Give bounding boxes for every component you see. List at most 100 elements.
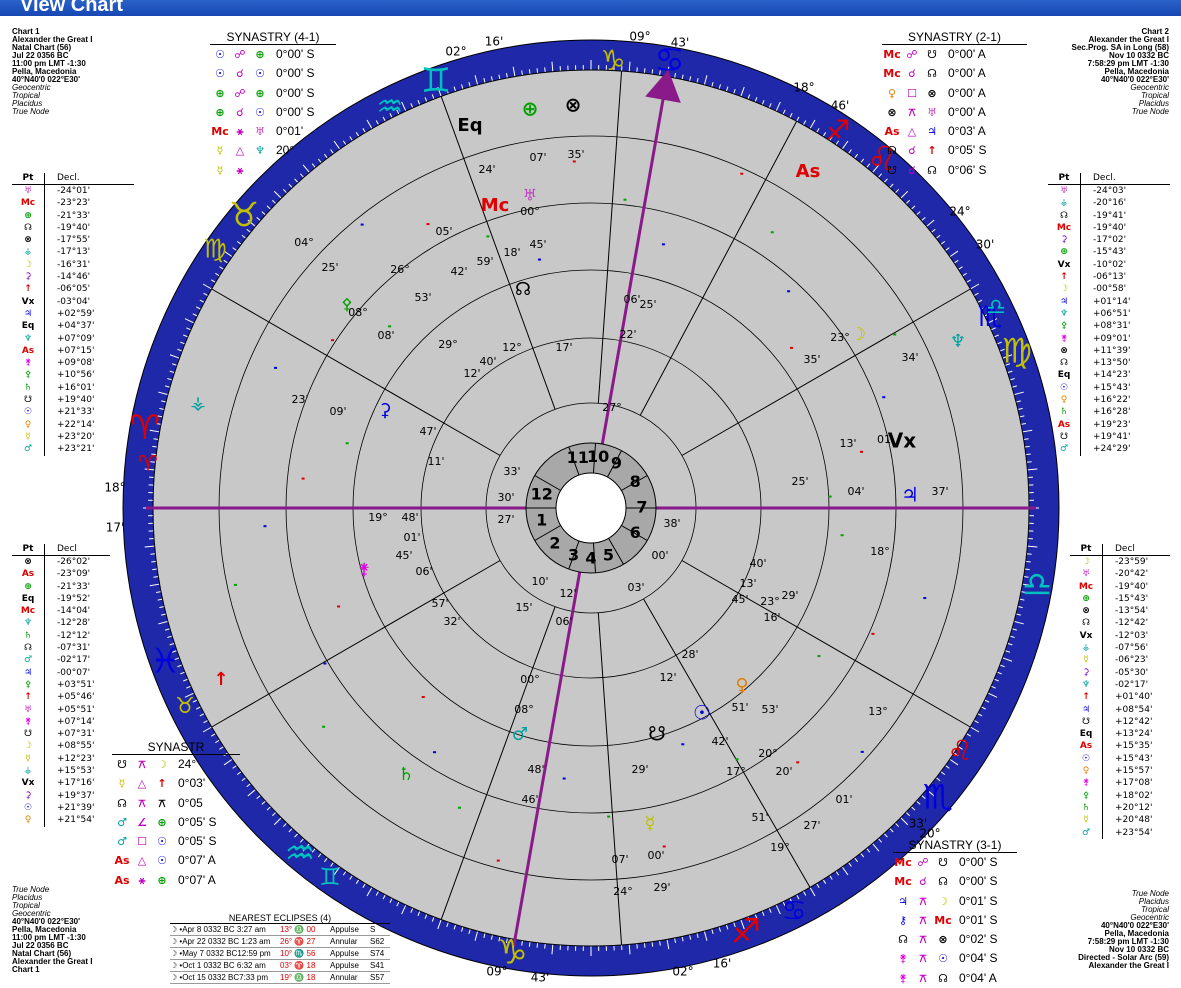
- eclipse-cell: 13° ♎ 00: [280, 924, 330, 935]
- declination-value: +14°23': [1080, 369, 1170, 381]
- declination-table-left-bottom: PtDecl⊗-26°02'As-23°09'⊕-21°33'Eq-19°52'…: [12, 544, 110, 827]
- planet-glyph-icon: ⚳: [12, 271, 44, 283]
- orb-value: 0°05' S: [942, 141, 986, 160]
- table-row: ♄+16°28': [1048, 406, 1170, 418]
- table-row: ☊+13°50': [1048, 357, 1170, 369]
- declination-value: +20°12': [1102, 802, 1170, 814]
- declination-value: -14°46': [44, 271, 134, 283]
- planet-glyph-icon: ♎: [986, 295, 1006, 320]
- degree-value-label: 45': [395, 549, 412, 562]
- planet-glyph-icon: ⚳: [1048, 234, 1080, 246]
- planet-glyph-icon: ♆: [1070, 679, 1102, 691]
- declination-value: +16°01': [44, 382, 134, 394]
- declination-value: +16°28': [1080, 406, 1170, 418]
- aspect-marker: [790, 347, 793, 349]
- declination-value: -12°12': [44, 630, 110, 642]
- table-row: ♀+22°14': [12, 419, 134, 431]
- declination-value: -19°40': [44, 222, 134, 234]
- aspect-glyph-icon: ∠: [132, 813, 152, 832]
- synastry-row: ⚵⚻☊0°04' A: [893, 969, 1017, 988]
- planet-glyph-icon: ♆: [1048, 308, 1080, 320]
- planet-glyph-icon: ⚴: [12, 369, 44, 381]
- info-line: Chart 1: [12, 966, 92, 974]
- zodiac-sign-icon: ♒: [285, 834, 315, 874]
- planet-glyph-icon: ♀: [735, 675, 748, 696]
- orb-value: 24°: [172, 755, 196, 774]
- planet-glyph-icon: ♄: [1048, 406, 1080, 418]
- orb-value: 0°01' S: [953, 892, 997, 911]
- eclipse-row: ☽ •Apr 8 0332 BC 3:27 am13° ♎ 00AppulseS: [170, 924, 390, 936]
- degree-value-label: 18': [503, 246, 520, 259]
- table-row: ⚴+18°02': [1070, 790, 1170, 802]
- degree-value-label: 10': [531, 575, 548, 588]
- declination-value: -10°02': [1080, 259, 1170, 271]
- aspect-glyph-icon: ☽: [933, 892, 953, 911]
- aspect-marker: [486, 235, 489, 237]
- planet-glyph-icon: ☿: [12, 431, 44, 443]
- aspect-glyph-icon: ☋: [882, 161, 902, 180]
- planet-glyph-icon: Vx: [1070, 630, 1102, 642]
- declination-value: +16°22': [1080, 394, 1170, 406]
- eclipse-cell: S74: [370, 948, 390, 959]
- cusp-degree-label: 16': [485, 35, 504, 49]
- degree-tick: [644, 943, 645, 948]
- aspect-glyph-icon: ☿: [210, 141, 230, 160]
- planet-glyph-icon: ⚴: [1070, 790, 1102, 802]
- degree-value-label: 33': [503, 465, 520, 478]
- table-row: ☋+19°41': [1048, 431, 1170, 443]
- planet-glyph-icon: ♒: [377, 90, 404, 125]
- planet-glyph-icon: ☊: [1048, 357, 1080, 369]
- degree-value-label: 48': [527, 763, 544, 776]
- table-row: ♀+21°54': [12, 814, 110, 826]
- col-header-pt: Pt: [12, 173, 44, 184]
- degree-value-label: 13': [839, 437, 856, 450]
- degree-tick: [1025, 446, 1030, 447]
- planet-glyph-icon: ♀: [1070, 765, 1102, 777]
- aspect-glyph-icon: ⚷: [893, 911, 913, 930]
- planet-glyph-icon: ♃: [1048, 296, 1080, 308]
- declination-value: -21°33': [44, 581, 110, 593]
- planet-glyph-icon: ⊗: [12, 234, 44, 246]
- declination-value: +19°40': [44, 394, 134, 406]
- synastry-row: ⊕☌☉0°00' S: [210, 103, 336, 122]
- aspect-glyph-icon: ☋: [922, 45, 942, 64]
- aspect-glyph-icon: ⊗: [882, 103, 902, 122]
- aspect-glyph-icon: ☊: [882, 141, 902, 160]
- aspect-marker: [871, 633, 874, 635]
- eclipse-cell: ☽ •Oct 15 0332 BC7:33 pm: [170, 972, 280, 983]
- orb-value: 0°07' A: [172, 851, 216, 870]
- declination-value: -00°07': [44, 667, 110, 679]
- eclipse-row: ☽ •Oct 1 0332 BC 6:32 am03° ♈ 18AppulseS…: [170, 960, 390, 972]
- aspect-glyph-icon: ☽: [152, 755, 172, 774]
- table-row: ⚳-05°30': [1070, 667, 1170, 679]
- planet-glyph-icon: ♈: [138, 452, 158, 477]
- degree-value-label: 27°: [602, 401, 622, 414]
- orb-value: 0°03': [172, 774, 205, 793]
- table-row: ☉+21°33': [12, 406, 134, 418]
- planet-glyph-icon: ☿: [644, 813, 655, 834]
- declination-value: +21°54': [44, 814, 110, 826]
- house-number-9: 9: [611, 453, 622, 472]
- degree-tick: [1027, 462, 1032, 463]
- eclipse-row: ☽ •May 7 0332 BC12:59 pm10° ♏ 56AppulseS…: [170, 948, 390, 960]
- degree-value-label: 08°: [514, 703, 534, 716]
- aspect-glyph-icon: ☌: [913, 872, 933, 891]
- house-number-8: 8: [630, 472, 641, 491]
- table-row: ♆+06°51': [1048, 308, 1170, 320]
- table-row: Eq+14°23': [1048, 369, 1170, 381]
- synastry-row: ⚵⚻☉0°04' S: [893, 949, 1017, 968]
- degree-value-label: 37': [931, 485, 948, 498]
- declination-value: -20°42': [1102, 568, 1170, 580]
- planet-glyph-icon: Eq: [12, 593, 44, 605]
- planet-glyph-icon: ☋: [12, 394, 44, 406]
- declination-value: +24°29': [1080, 443, 1170, 455]
- table-row: ⊕-15°43': [1070, 593, 1170, 605]
- table-row: As+07°15': [12, 345, 134, 357]
- planet-glyph-icon: ♃: [12, 308, 44, 320]
- col-header-decl: Decl: [1102, 544, 1170, 555]
- table-row: ⚴+03°51': [12, 679, 110, 691]
- degree-value-label: 18°: [870, 545, 890, 558]
- planet-glyph-icon: Vx: [12, 296, 44, 308]
- planet-glyph-icon: ⚳: [1070, 667, 1102, 679]
- planet-glyph-icon: ♃: [1070, 704, 1102, 716]
